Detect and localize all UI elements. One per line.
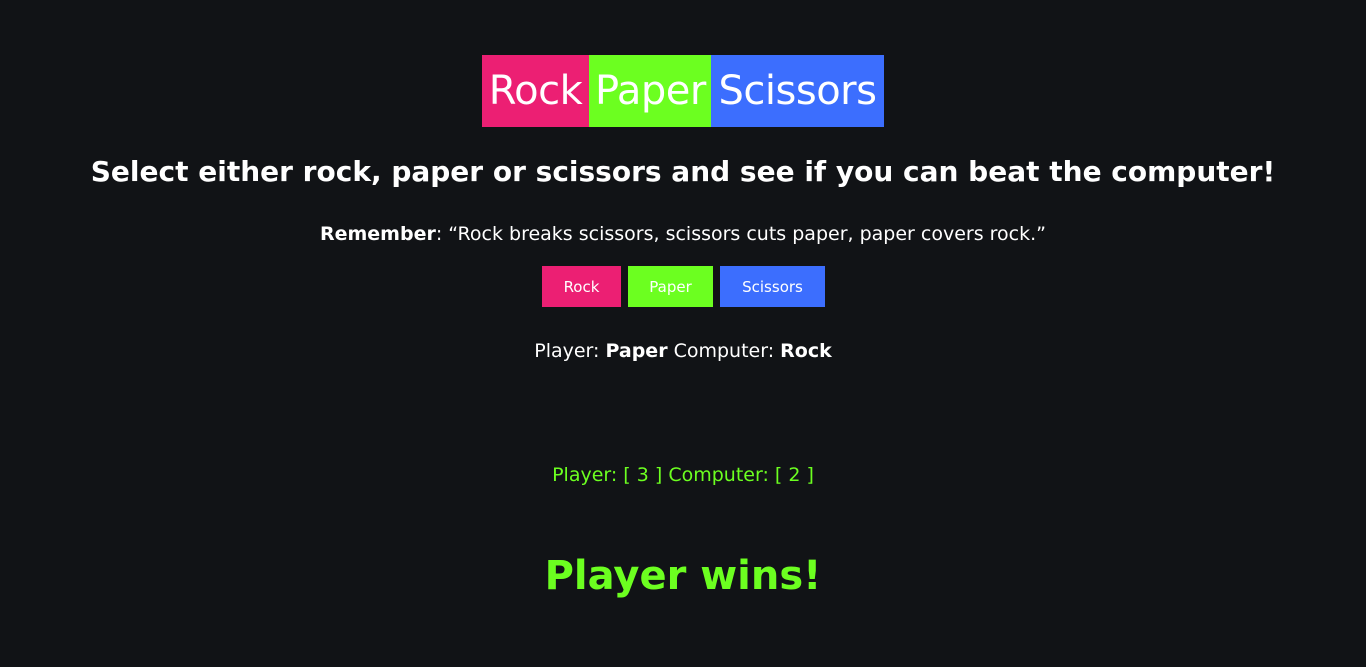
rock-button[interactable]: Rock [542,266,621,307]
computer-score: 2 [788,464,801,486]
remember-label: Remember [319,223,436,245]
game-page: Rock Paper Scissors Select either rock, … [0,0,1366,667]
instructions-heading: Select either rock, paper or scissors an… [90,155,1276,188]
player-choice: Paper [605,340,668,362]
scoreboard: Player: [ 3 ] Computer: [ 2 ] [0,462,1366,488]
player-score-label: Player: [ [552,464,637,486]
paper-button[interactable]: Paper [628,266,713,307]
player-choice-label: Player: [534,340,606,362]
remember-text: : “Rock breaks scissors, scissors cuts p… [435,223,1046,245]
title-rock: Rock [482,55,589,127]
game-title: Rock Paper Scissors [482,55,884,127]
player-score: 3 [636,464,649,486]
score-end: ] [800,464,814,486]
scissors-button[interactable]: Scissors [720,266,825,307]
computer-choice-label: Computer: [667,340,781,362]
choice-buttons: Rock Paper Scissors [542,266,825,307]
computer-choice: Rock [780,340,832,362]
title-paper: Paper [589,55,711,127]
computer-score-label: ] Computer: [ [648,464,789,486]
title-scissors: Scissors [711,55,884,127]
result-message: Player wins! [544,553,822,599]
remember-rule: Remember: “Rock breaks scissors, scissor… [0,220,1366,248]
round-choices: Player: Paper Computer: Rock [0,338,1366,364]
